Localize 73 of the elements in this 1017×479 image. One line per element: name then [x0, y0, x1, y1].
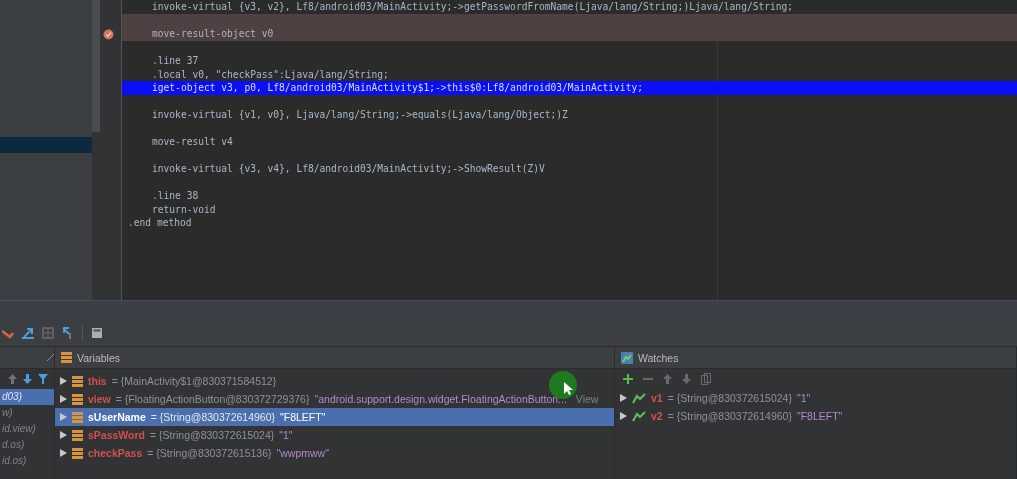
- stack-icon: [72, 429, 83, 441]
- panel-title: Watches: [638, 351, 679, 364]
- frame-item[interactable]: id.view): [0, 421, 54, 437]
- watch-value: = {String@830372614960}: [667, 410, 792, 422]
- variable-value: = {String@830372614960}: [150, 411, 276, 423]
- frame-item[interactable]: d03): [0, 389, 54, 405]
- scrollbar[interactable]: [92, 0, 100, 132]
- code-line: .line 37: [151, 54, 200, 68]
- stack-icon: [72, 375, 83, 387]
- watch-name: v2: [651, 410, 663, 422]
- stack-icon: [72, 411, 83, 423]
- up-arrow-icon[interactable]: [8, 374, 17, 384]
- expand-arrow-icon[interactable]: [620, 412, 627, 420]
- stack-icon: [72, 447, 83, 459]
- arrow-icon[interactable]: [22, 327, 34, 339]
- code-line: .local v0, "checkPass":Ljava/lang/String;: [151, 67, 390, 81]
- variable-row[interactable]: sPassWord = {String@830372615024} "1": [55, 426, 614, 444]
- down-arrow-icon[interactable]: [23, 374, 32, 384]
- variable-row[interactable]: sUserName = {String@830372614960} "F8LEFT": [55, 408, 614, 426]
- frame-item[interactable]: d.os): [0, 437, 54, 453]
- expand-arrow-icon[interactable]: [60, 395, 67, 403]
- watch-value: = {String@830372615024}: [667, 392, 792, 404]
- string-value: "android.support.design.widget.FloatingActionButton...: [314, 393, 567, 405]
- down-arrow-icon[interactable]: [682, 374, 691, 384]
- code-line: invoke-virtual {v3, v4}, Lf8/android03/MainActivity;->ShowResult(Z)V: [151, 162, 546, 176]
- variable-value: = {String@830372615136}: [147, 447, 272, 459]
- grid-icon[interactable]: [42, 327, 54, 339]
- variable-name: checkPass: [88, 447, 143, 459]
- glasses-icon: [632, 410, 646, 422]
- string-value: "1": [279, 429, 293, 441]
- up-arrow-icon[interactable]: [663, 374, 672, 384]
- variable-value: = {FloatingActionButton@830372729376}: [115, 393, 310, 405]
- cursor-arrow-icon[interactable]: [62, 327, 74, 339]
- variable-value: = {String@830372615024}: [150, 429, 275, 441]
- code-line: .line 38: [151, 189, 200, 203]
- expand-arrow-icon[interactable]: [60, 431, 67, 439]
- variable-name: view: [88, 393, 111, 405]
- string-value: "wwpmww": [276, 447, 329, 459]
- variable-name: sUserName: [88, 411, 146, 423]
- string-value: "1": [796, 392, 811, 404]
- code-line: return-void: [151, 202, 217, 216]
- frame-item[interactable]: w): [0, 405, 54, 421]
- frame-item[interactable]: id.os): [0, 453, 54, 469]
- expand-arrow-icon[interactable]: [60, 377, 67, 385]
- variable-name: this: [88, 375, 107, 387]
- watch-name: v1: [651, 392, 663, 404]
- watch-row[interactable]: v2 = {String@830372614960} "F8LEFT": [615, 407, 1016, 425]
- calculator-icon[interactable]: [91, 327, 103, 339]
- variable-name: sPassWord: [88, 429, 145, 441]
- variable-row[interactable]: checkPass = {String@830372615136} "wwpmww": [55, 444, 614, 462]
- add-icon[interactable]: [623, 374, 633, 384]
- watch-row[interactable]: v1 = {String@830372615024} "1": [615, 389, 1016, 407]
- stack-icon: [72, 393, 83, 405]
- code-line: .end method: [127, 216, 193, 230]
- code-line: move-result v4: [151, 135, 234, 149]
- variable-value: = {MainActivity$1@830371584512}: [111, 375, 277, 387]
- breakpoint-icon[interactable]: [103, 28, 114, 40]
- stack-icon: [61, 352, 72, 363]
- code-line: invoke-virtual {v3, v2}, Lf8/android03/MainActivity;->getPasswordFromName(Ljava/lang/String;)Ljava/lang/String;: [151, 0, 795, 14]
- code-line: invoke-virtual {v1, v0}, Ljava/lang/String;->equals(Ljava/lang/Object;)Z: [151, 108, 569, 122]
- string-value: "F8LEFT": [796, 410, 843, 422]
- variable-row[interactable]: this = {MainActivity$1@830371584512}: [55, 372, 614, 390]
- expand-arrow-icon[interactable]: [620, 394, 627, 402]
- copy-icon[interactable]: [701, 373, 711, 385]
- watches-icon: [621, 351, 633, 364]
- variable-row[interactable]: view = {FloatingActionButton@830372729376} "android.support.design.widget.FloatingActionButton... View: [55, 390, 614, 408]
- string-value: "F8LEFT": [280, 411, 326, 423]
- step-out-icon[interactable]: [2, 327, 14, 339]
- expand-arrow-icon[interactable]: [60, 449, 67, 457]
- glasses-icon: [632, 392, 646, 404]
- view-link[interactable]: View: [575, 393, 599, 405]
- filter-icon[interactable]: [38, 374, 48, 384]
- panel-title: Variables: [77, 351, 120, 364]
